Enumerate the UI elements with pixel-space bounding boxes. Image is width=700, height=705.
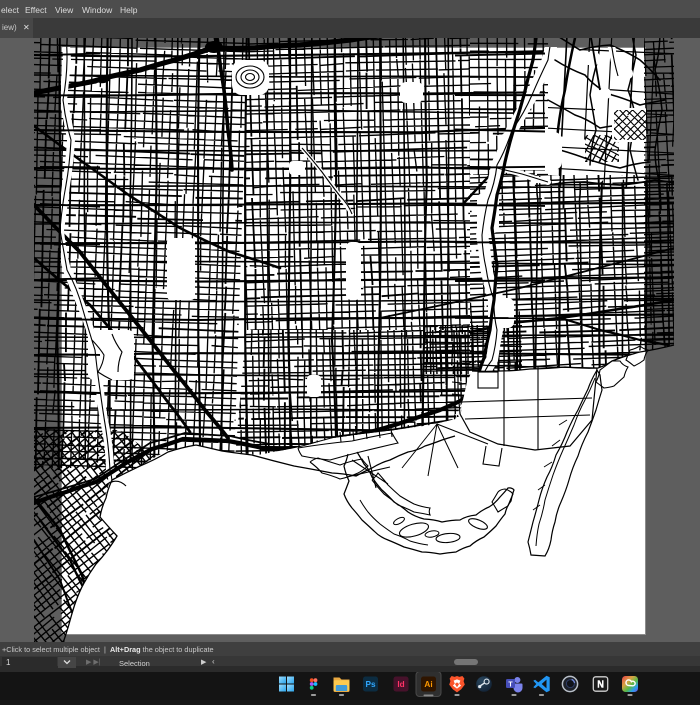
svg-text:T: T [508,682,513,689]
svg-text:Ai: Ai [424,680,432,689]
svg-text:Id: Id [397,680,404,689]
svg-text:Ps: Ps [365,680,375,689]
